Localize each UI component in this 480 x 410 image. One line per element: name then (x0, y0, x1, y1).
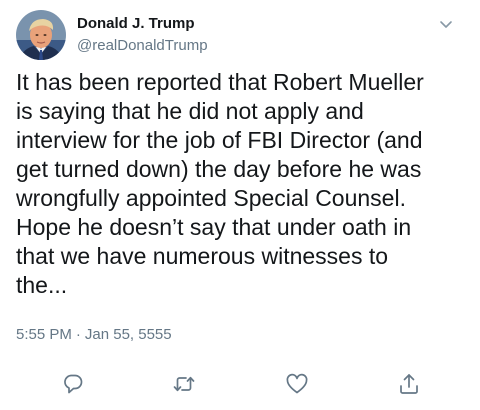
more-options-button[interactable] (436, 14, 456, 34)
chevron-down-icon (440, 21, 452, 28)
retweet-button[interactable] (172, 372, 196, 396)
like-button[interactable] (285, 372, 309, 396)
avatar[interactable] (16, 10, 66, 60)
avatar-image (16, 10, 66, 60)
tweet-card: Donald J. Trump @realDonaldTrump It has … (0, 0, 480, 410)
reply-icon (64, 374, 83, 394)
heart-icon (286, 373, 308, 394)
share-icon (400, 374, 418, 394)
author-name[interactable]: Donald J. Trump (77, 15, 195, 32)
author-handle[interactable]: @realDonaldTrump (77, 37, 208, 54)
tweet-time: 5:55 PM (16, 326, 72, 343)
meta-separator: · (75, 326, 81, 343)
tweet-text: It has been reported that Robert Mueller… (16, 69, 424, 298)
tweet-timestamp[interactable]: 5:55 PM · Jan 55, 5555 (16, 326, 172, 343)
tweet-date: Jan 55, 5555 (84, 326, 172, 343)
reply-button[interactable] (61, 372, 85, 396)
retweet-icon (173, 376, 195, 392)
share-button[interactable] (397, 372, 421, 396)
